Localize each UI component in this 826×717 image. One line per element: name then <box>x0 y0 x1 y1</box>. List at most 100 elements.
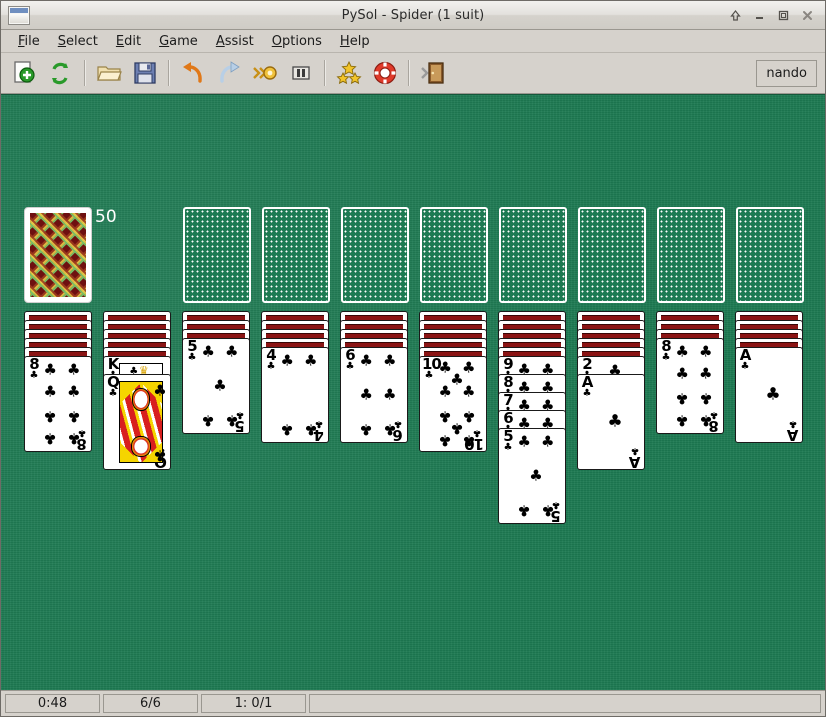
rules-button[interactable] <box>369 57 401 89</box>
toolbar-separator-4 <box>408 60 410 86</box>
save-game-button[interactable] <box>129 57 161 89</box>
card-suit-icon: ♣ <box>345 361 355 372</box>
menu-select[interactable]: Select <box>49 32 107 51</box>
card-suit-icon: ♣ <box>108 388 118 399</box>
stock-count-label: 50 <box>95 207 117 227</box>
card-corner: 6♣ <box>343 348 357 372</box>
quit-button[interactable] <box>417 57 449 89</box>
foundation-7[interactable] <box>657 207 725 303</box>
card-corner: Q♣ <box>106 375 120 399</box>
autodrop-button[interactable] <box>249 57 281 89</box>
card-ace-clubs[interactable]: A ♣ A ♣ ♣ <box>735 347 803 443</box>
card-suit-icon: ♣ <box>187 352 197 363</box>
foundation-6[interactable] <box>578 207 646 303</box>
card-corner: 8♣ <box>27 357 41 381</box>
undo-button[interactable] <box>177 57 209 89</box>
menu-game[interactable]: Game <box>150 32 207 51</box>
card-suit-icon: ♣ <box>424 370 434 381</box>
card-suit-icon: ♣ <box>29 370 39 381</box>
foundation-1[interactable] <box>183 207 251 303</box>
foundation-2[interactable] <box>262 207 330 303</box>
minimize-button[interactable] <box>747 4 771 26</box>
card-8-clubs[interactable]: 8 ♣ 8 ♣ ♣ ♣ ♣ ♣ ♣ ♣ ♣ ♣ <box>656 338 724 434</box>
menu-game-rest: ame <box>169 33 198 49</box>
menu-help[interactable]: Help <box>331 32 379 51</box>
menu-options-rest: ptions <box>281 33 322 49</box>
menu-select-mnemonic: S <box>57 33 67 49</box>
card-8-clubs[interactable]: 8 ♣ 8 ♣ ♣ ♣ ♣ ♣ ♣ ♣ ♣ ♣ <box>24 356 92 452</box>
menu-bar: File Select Edit Game Assist Options Hel… <box>1 30 825 53</box>
menu-edit[interactable]: Edit <box>107 32 150 51</box>
open-game-button[interactable] <box>93 57 125 89</box>
card-back-pattern <box>28 211 88 299</box>
status-moves[interactable]: 6/6 <box>103 694 198 713</box>
card-corner: 4 ♣ <box>264 348 278 372</box>
close-button[interactable] <box>795 4 819 26</box>
card-corner: A ♣ <box>738 348 752 372</box>
status-bar: 0:48 6/6 1: 0/1 <box>1 690 825 716</box>
card-pips: ♣ ♣ ♣ ♣ ♣ ♣ ♣ ♣ <box>43 360 81 448</box>
title-bar[interactable]: PySol - Spider (1 suit) <box>1 1 825 30</box>
card-pips: ♣ ♣ ♣ ♣ <box>280 351 318 439</box>
maximize-button[interactable] <box>771 4 795 26</box>
menu-help-mnemonic: H <box>339 33 350 49</box>
card-ace-clubs[interactable]: A ♣ A ♣ ♣ <box>577 374 645 470</box>
card-pips: ♣ ♣ ♣ ♣ ♣ ♣ ♣ ♣ <box>675 342 713 430</box>
card-4-clubs[interactable]: 4 ♣ 4 ♣ ♣ ♣ ♣ ♣ <box>261 347 329 443</box>
new-game-button[interactable] <box>9 57 41 89</box>
menu-assist[interactable]: Assist <box>207 32 263 51</box>
menu-edit-mnemonic: E <box>115 33 125 49</box>
card-pips: ♣ ♣ ♣ ♣ ♣ ♣ ♣ ♣ ♣ ♣ <box>438 358 476 450</box>
menu-help-rest: elp <box>349 33 370 49</box>
menu-game-mnemonic: G <box>159 33 170 49</box>
redo-button[interactable] <box>213 57 245 89</box>
card-corner: 8♣ <box>659 339 673 363</box>
pause-button[interactable] <box>285 57 317 89</box>
card-suit-icon: ♣ <box>266 361 276 372</box>
status-time[interactable]: 0:48 <box>5 694 100 713</box>
game-table[interactable]: 50 8 ♣ 8 ♣ ♣ ♣ ♣ ♣ ♣ ♣ ♣ ♣ K ♣ ♛ Q ♣ ♣ ♣… <box>1 94 825 690</box>
restart-game-button[interactable] <box>45 57 77 89</box>
card-suit-icon: ♣ <box>503 442 513 453</box>
card-corner: 10 ♣ <box>422 357 442 381</box>
application-window: PySol - Spider (1 suit) File Select Edit… <box>0 0 826 717</box>
card-suit-icon: ♣ <box>582 388 592 399</box>
status-stats[interactable]: 1: 0/1 <box>201 694 306 713</box>
card-pips: ♣ <box>765 384 781 405</box>
window-controls <box>723 4 825 26</box>
card-queen-clubs[interactable]: Q♣ Q♣ ♣ ♣ <box>103 374 171 470</box>
card-pips: ♣ ♣ ♣ ♣ ♣ ♣ <box>359 351 397 439</box>
toolbar-separator-3 <box>324 60 326 86</box>
foundation-8[interactable] <box>736 207 804 303</box>
menu-options-mnemonic: O <box>271 33 282 49</box>
card-corner: 5 ♣ <box>185 339 199 363</box>
card-pips: ♣ ♣ ♣ ♣ ♣ <box>201 342 239 430</box>
menu-file[interactable]: File <box>9 32 49 51</box>
card-5-clubs[interactable]: 5 ♣ 5 ♣ ♣ ♣ ♣ ♣ ♣ <box>498 428 566 524</box>
card-pips: ♣ <box>607 411 623 432</box>
card-pip: ♣ <box>153 381 167 400</box>
menu-edit-rest: dit <box>124 33 142 49</box>
toolbar-separator-2 <box>168 60 170 86</box>
player-name-box[interactable]: nando <box>756 59 817 87</box>
foundation-4[interactable] <box>420 207 488 303</box>
window-title: PySol - Spider (1 suit) <box>341 7 485 23</box>
toolbar-separator-1 <box>84 60 86 86</box>
toolbar: nando <box>1 53 825 94</box>
card-6-clubs[interactable]: 6 ♣ 6 ♣ ♣ ♣ ♣ ♣ ♣ ♣ <box>340 347 408 443</box>
stock-pile[interactable] <box>24 207 92 303</box>
card-corner: 5 ♣ <box>501 429 515 453</box>
menu-assist-rest: ssist <box>224 33 254 49</box>
shade-button[interactable] <box>723 4 747 26</box>
menu-file-rest: ile <box>24 33 40 49</box>
card-10-clubs[interactable]: 10 ♣ 10 ♣ ♣ ♣ ♣ ♣ ♣ ♣ ♣ ♣ ♣ ♣ <box>419 356 487 452</box>
menu-select-rest: elect <box>66 33 98 49</box>
statistics-button[interactable] <box>333 57 365 89</box>
card-5-clubs[interactable]: 5 ♣ 5 ♣ ♣ ♣ ♣ ♣ ♣ <box>182 338 250 434</box>
window-icon[interactable] <box>8 5 30 25</box>
foundation-5[interactable] <box>499 207 567 303</box>
foundation-3[interactable] <box>341 207 409 303</box>
menu-options[interactable]: Options <box>263 32 331 51</box>
card-pips: ♣ ♣ ♣ ♣ ♣ <box>517 432 555 520</box>
status-info[interactable] <box>309 694 821 713</box>
